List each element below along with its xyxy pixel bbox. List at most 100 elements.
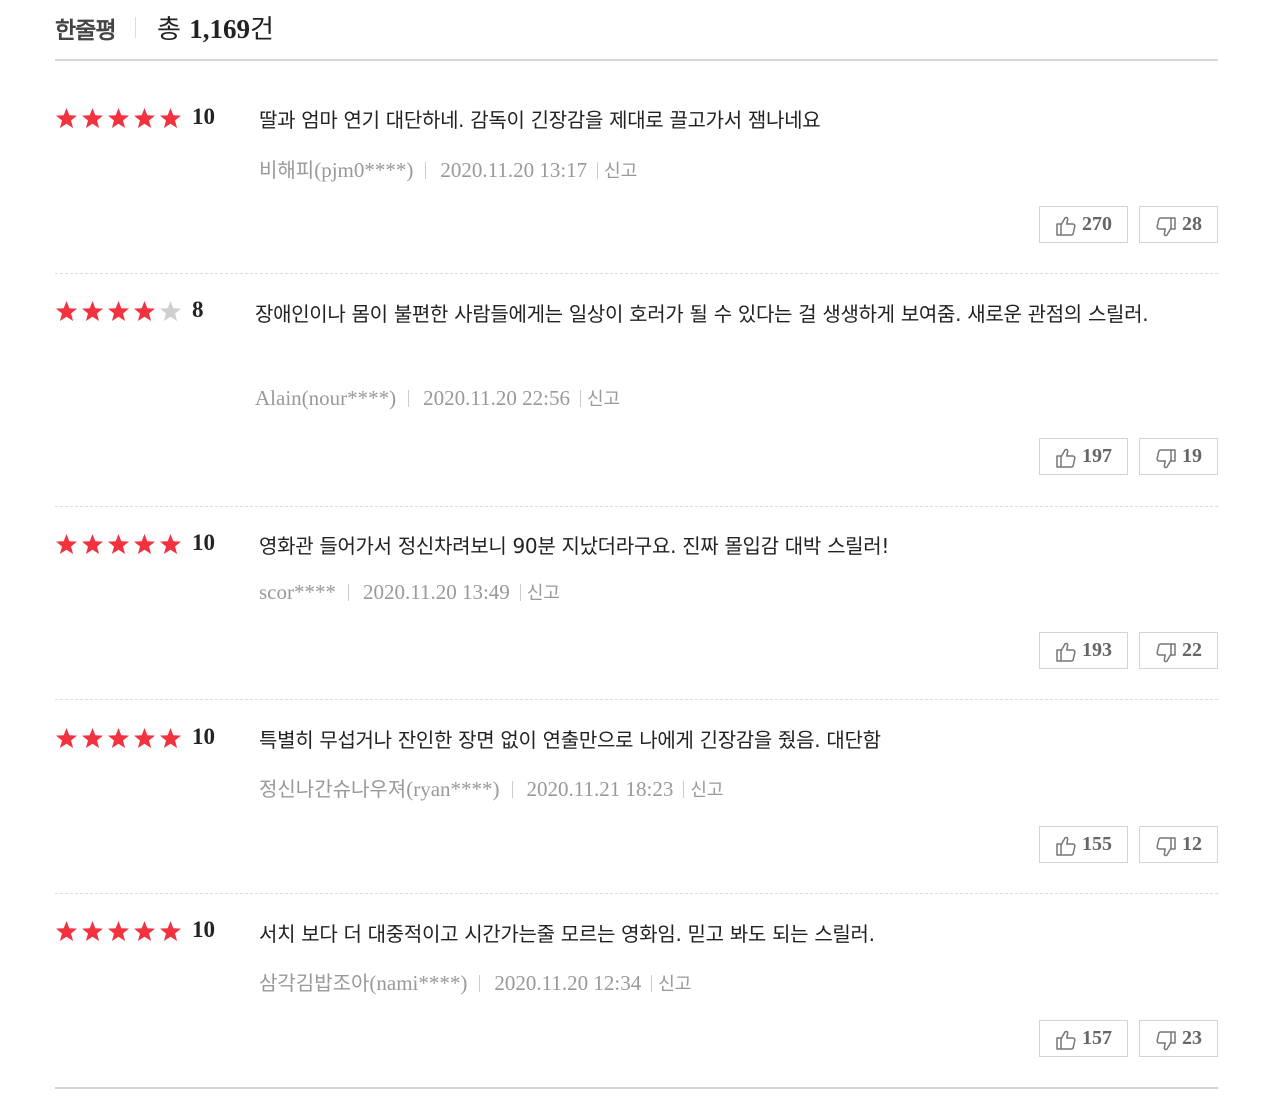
dislike-button[interactable]: 28 [1139, 206, 1218, 243]
rating-score: 10 [192, 724, 215, 749]
thumbs-up-icon [1054, 640, 1078, 664]
like-button[interactable]: 157 [1039, 1020, 1128, 1057]
meta-divider [597, 162, 599, 179]
like-button[interactable]: 193 [1039, 632, 1128, 669]
meta-divider [511, 781, 513, 798]
like-count: 197 [1082, 445, 1112, 467]
dislike-count: 19 [1182, 445, 1202, 467]
report-link[interactable]: 신고 [527, 583, 560, 604]
thumbs-up-icon [1054, 834, 1078, 858]
thumbs-down-icon [1154, 447, 1178, 471]
review-section: 한줄평 총 1,169건 10 딸과 엄마 연기 대단하네. 감독이 긴장감을 제… [55, 0, 1218, 1089]
author-id: (nami****) [369, 971, 468, 995]
review-meta: 삼각김밥조아(nami****) 2020.11.20 12:34 신고 [259, 967, 691, 996]
thumbs-up-icon [1054, 446, 1078, 470]
review-date: 2020.11.21 18:23 [526, 777, 674, 801]
report-link[interactable]: 신고 [587, 389, 620, 410]
star-filled-icon [160, 108, 181, 128]
thumbs-down-icon [1154, 1029, 1178, 1053]
like-count: 155 [1082, 833, 1112, 855]
dislike-button[interactable]: 23 [1139, 1020, 1218, 1057]
dislike-count: 12 [1182, 833, 1202, 855]
star-filled-icon [160, 921, 181, 941]
author[interactable]: 정신나간슈나우져(ryan****) [259, 777, 500, 801]
star-filled-icon [56, 534, 77, 554]
review-meta: 정신나간슈나우져(ryan****) 2020.11.21 18:23 신고 [259, 773, 723, 802]
dislike-button[interactable]: 19 [1139, 438, 1218, 475]
dislike-button[interactable]: 12 [1139, 826, 1218, 863]
author-nickname: 삼각김밥조아 [259, 971, 370, 995]
review-item: 10 특별히 무섭거나 잔인한 장면 없이 연출만으로 나에게 긴장감을 줬음. … [55, 699, 1218, 894]
report-link[interactable]: 신고 [658, 974, 691, 995]
star-filled-icon [108, 108, 129, 128]
meta-divider [683, 781, 685, 798]
star-empty-icon [160, 301, 181, 321]
like-button[interactable]: 197 [1039, 438, 1128, 475]
author-nickname: 비해피 [259, 158, 315, 182]
thumbs-down-icon [1154, 215, 1178, 239]
list-bottom-divider [55, 1087, 1218, 1089]
star-filled-icon [82, 108, 103, 128]
review-date: 2020.11.20 13:49 [363, 580, 510, 604]
meta-divider [425, 162, 427, 179]
dislike-button[interactable]: 22 [1139, 632, 1218, 669]
meta-divider [348, 584, 349, 601]
star-filled-icon [134, 108, 155, 128]
like-button[interactable]: 155 [1039, 826, 1128, 863]
author[interactable]: Alain(nour****) [255, 386, 396, 410]
star-filled-icon [160, 534, 181, 554]
star-filled-icon [82, 921, 103, 941]
star-filled-icon [82, 534, 103, 554]
star-filled-icon [56, 728, 77, 748]
star-filled-icon [134, 534, 155, 554]
author-id: Alain(nour****) [255, 386, 397, 410]
like-count: 157 [1082, 1027, 1112, 1049]
review-item: 10 영화관 들어가서 정신차려보니 90분 지났더라구요. 진짜 몰입감 대박 … [55, 506, 1218, 700]
review-meta: 비해피(pjm0****) 2020.11.20 13:17 신고 [259, 154, 637, 183]
report-link[interactable]: 신고 [604, 161, 637, 182]
meta-divider [408, 390, 410, 407]
review-meta: Alain(nour****) 2020.11.20 22:56 신고 [255, 385, 620, 411]
star-filled-icon [134, 301, 155, 321]
like-count: 270 [1082, 213, 1112, 235]
dislike-count: 28 [1182, 213, 1202, 235]
author-nickname: 정신나간슈나우져 [259, 777, 407, 801]
header-divider [135, 17, 136, 38]
review-text: 장애인이나 몸이 불편한 사람들에게는 일상이 호러가 될 수 있다는 걸 생생… [255, 302, 1149, 326]
review-meta: scor**** 2020.11.20 13:49 신고 [259, 579, 560, 605]
author[interactable]: scor**** [259, 580, 336, 604]
review-text: 서치 보다 더 대중적이고 시간가는줄 모르는 영화임. 믿고 봐도 되는 스릴… [259, 922, 875, 946]
star-filled-icon [134, 921, 155, 941]
like-button[interactable]: 270 [1039, 206, 1128, 243]
author-id: (ryan****) [406, 777, 500, 801]
rating-score: 10 [192, 917, 215, 942]
report-link[interactable]: 신고 [690, 780, 723, 801]
review-date: 2020.11.20 22:56 [423, 386, 570, 410]
total-unit: 건 [249, 15, 274, 45]
review-item: 10 딸과 엄마 연기 대단하네. 감독이 긴장감을 제대로 끌고가서 잼나네요 비… [55, 61, 1218, 274]
dislike-count: 22 [1182, 639, 1202, 661]
star-filled-icon [108, 301, 129, 321]
author[interactable]: 삼각김밥조아(nami****) [259, 971, 467, 995]
section-title: 한줄평 [55, 18, 116, 44]
star-filled-icon [134, 728, 155, 748]
star-filled-icon [160, 728, 181, 748]
star-filled-icon [108, 534, 129, 554]
meta-divider [651, 975, 653, 992]
rating-score: 10 [192, 530, 215, 555]
meta-divider [519, 584, 521, 601]
review-item: 10 서치 보다 더 대중적이고 시간가는줄 모르는 영화임. 믿고 봐도 되는 … [55, 893, 1218, 1087]
author-id: (pjm0****) [314, 158, 414, 182]
author[interactable]: 비해피(pjm0****) [259, 158, 413, 182]
review-date: 2020.11.20 13:17 [440, 158, 588, 182]
total-count: 총 1,169건 [157, 9, 274, 46]
meta-divider [579, 390, 581, 407]
star-filled-icon [82, 301, 103, 321]
review-item: 8 장애인이나 몸이 불편한 사람들에게는 일상이 호러가 될 수 있다는 걸 생… [55, 273, 1218, 507]
total-number: 1,169 [189, 14, 250, 44]
rating-score: 8 [192, 297, 204, 322]
thumbs-up-icon [1054, 1028, 1078, 1052]
like-count: 193 [1082, 639, 1112, 661]
review-header: 한줄평 총 1,169건 [55, 0, 1218, 61]
author-id: scor**** [259, 580, 336, 604]
